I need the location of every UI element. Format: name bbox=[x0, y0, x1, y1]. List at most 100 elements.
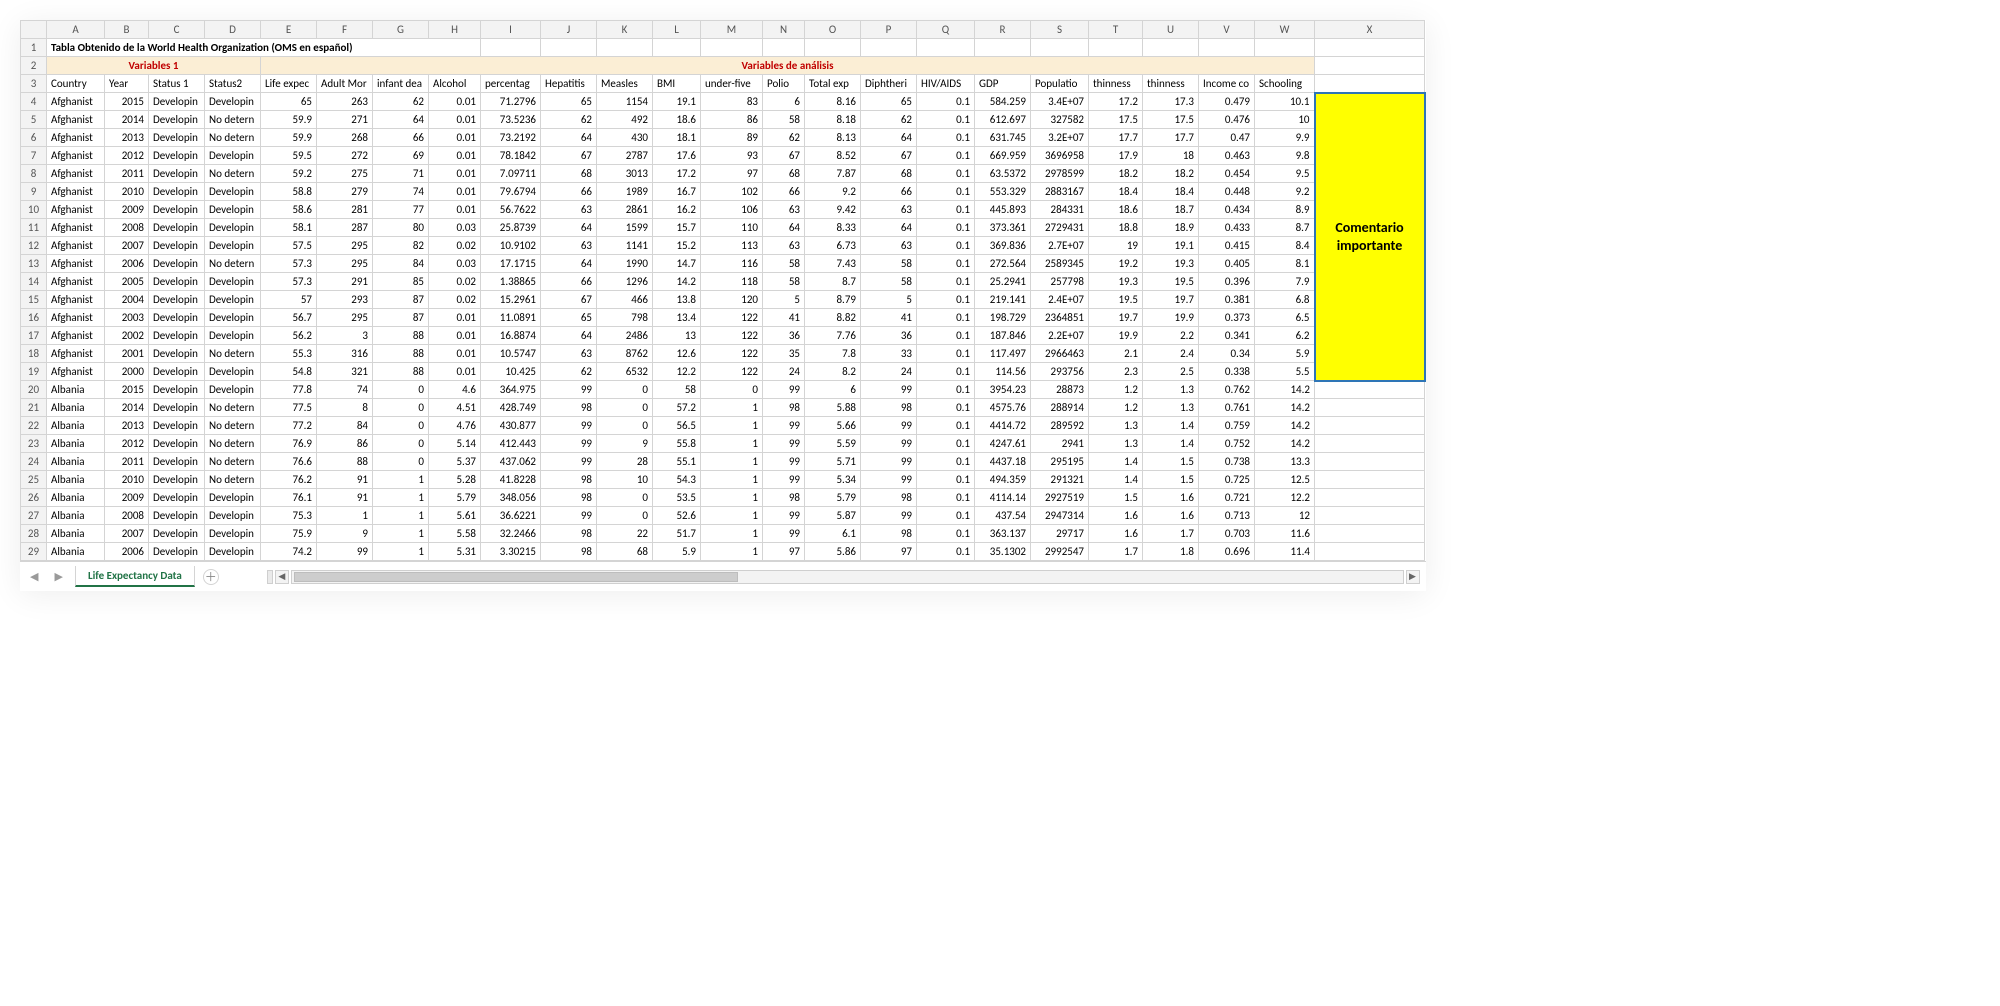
cell[interactable] bbox=[1315, 417, 1425, 435]
cell-value[interactable]: 63 bbox=[861, 237, 917, 255]
cell-value[interactable]: 0.1 bbox=[917, 201, 975, 219]
row-header[interactable]: 11 bbox=[21, 219, 47, 237]
cell-value[interactable]: 275 bbox=[317, 165, 373, 183]
column-header[interactable]: X bbox=[1315, 21, 1425, 39]
cell-value[interactable]: 16.8874 bbox=[481, 327, 541, 345]
cell-country[interactable]: Albania bbox=[47, 525, 105, 543]
cell-value[interactable]: 0.1 bbox=[917, 345, 975, 363]
cell-value[interactable]: 55.3 bbox=[261, 345, 317, 363]
cell-value[interactable]: 0.448 bbox=[1199, 183, 1255, 201]
cell-value[interactable]: 64 bbox=[373, 111, 429, 129]
cell[interactable] bbox=[763, 39, 805, 57]
cell-value[interactable]: 1.3 bbox=[1089, 417, 1143, 435]
cell-country[interactable]: Albania bbox=[47, 507, 105, 525]
cell-value[interactable]: 78.1842 bbox=[481, 147, 541, 165]
cell-value[interactable]: 65 bbox=[861, 93, 917, 111]
cell-value[interactable]: 117.497 bbox=[975, 345, 1031, 363]
cell-status1[interactable]: Developin bbox=[149, 435, 205, 453]
cell-value[interactable]: 0.1 bbox=[917, 291, 975, 309]
column-header[interactable]: D bbox=[205, 21, 261, 39]
cell-value[interactable]: 8.7 bbox=[805, 273, 861, 291]
cell-value[interactable]: 18.2 bbox=[1089, 165, 1143, 183]
cell-value[interactable]: 2787 bbox=[597, 147, 653, 165]
cell-value[interactable]: 64 bbox=[861, 129, 917, 147]
cell-value[interactable]: 120 bbox=[701, 291, 763, 309]
cell-value[interactable]: 36.6221 bbox=[481, 507, 541, 525]
cell-year[interactable]: 2008 bbox=[105, 507, 149, 525]
cell-value[interactable]: 19.1 bbox=[1143, 237, 1199, 255]
cell-value[interactable]: 0.34 bbox=[1199, 345, 1255, 363]
cell-status1[interactable]: Developin bbox=[149, 363, 205, 381]
cell-value[interactable]: 97 bbox=[861, 543, 917, 561]
cell-value[interactable]: 82 bbox=[373, 237, 429, 255]
cell-value[interactable]: 0.341 bbox=[1199, 327, 1255, 345]
cell-value[interactable]: 6 bbox=[763, 93, 805, 111]
cell-value[interactable]: 35 bbox=[763, 345, 805, 363]
cell-value[interactable]: 15.7 bbox=[653, 219, 701, 237]
cell-status1[interactable]: Developin bbox=[149, 345, 205, 363]
cell-year[interactable]: 2013 bbox=[105, 129, 149, 147]
cell-value[interactable]: 80 bbox=[373, 219, 429, 237]
cell-value[interactable]: 0.01 bbox=[429, 345, 481, 363]
column-header[interactable]: O bbox=[805, 21, 861, 39]
cell-value[interactable]: 369.836 bbox=[975, 237, 1031, 255]
cell-value[interactable]: 1.5 bbox=[1089, 489, 1143, 507]
cell-year[interactable]: 2005 bbox=[105, 273, 149, 291]
cell-value[interactable]: 1 bbox=[701, 453, 763, 471]
cell-value[interactable]: 0 bbox=[597, 489, 653, 507]
cell-value[interactable]: 99 bbox=[861, 471, 917, 489]
cell-value[interactable]: 2966463 bbox=[1031, 345, 1089, 363]
cell-value[interactable]: 58 bbox=[861, 273, 917, 291]
cell-value[interactable]: 4414.72 bbox=[975, 417, 1031, 435]
cell-status2[interactable]: Developin bbox=[205, 363, 261, 381]
cell-value[interactable]: 68 bbox=[597, 543, 653, 561]
cell-year[interactable]: 2006 bbox=[105, 255, 149, 273]
cell-value[interactable]: 122 bbox=[701, 345, 763, 363]
row-header[interactable]: 22 bbox=[21, 417, 47, 435]
cell-value[interactable]: 68 bbox=[541, 165, 597, 183]
cell-status1[interactable]: Developin bbox=[149, 129, 205, 147]
cell-value[interactable]: 2364851 bbox=[1031, 309, 1089, 327]
cell-value[interactable]: 76.6 bbox=[261, 453, 317, 471]
cell-value[interactable]: 0.02 bbox=[429, 237, 481, 255]
cell-value[interactable]: 0.1 bbox=[917, 147, 975, 165]
cell-value[interactable]: 2978599 bbox=[1031, 165, 1089, 183]
cell-value[interactable]: 113 bbox=[701, 237, 763, 255]
cell-value[interactable]: 1990 bbox=[597, 255, 653, 273]
cell-value[interactable]: 279 bbox=[317, 183, 373, 201]
cell-value[interactable]: 295195 bbox=[1031, 453, 1089, 471]
cell-value[interactable]: 263 bbox=[317, 93, 373, 111]
cell-year[interactable]: 2011 bbox=[105, 453, 149, 471]
cell-value[interactable]: 4114.14 bbox=[975, 489, 1031, 507]
row-header[interactable]: 17 bbox=[21, 327, 47, 345]
cell-value[interactable]: 14.2 bbox=[1255, 435, 1315, 453]
row-header[interactable]: 8 bbox=[21, 165, 47, 183]
cell-value[interactable]: 19.3 bbox=[1143, 255, 1199, 273]
cell[interactable] bbox=[1255, 39, 1315, 57]
cell-value[interactable]: 114.56 bbox=[975, 363, 1031, 381]
cell-value[interactable]: 6.2 bbox=[1255, 327, 1315, 345]
cell-value[interactable]: 0.759 bbox=[1199, 417, 1255, 435]
cell-value[interactable]: 110 bbox=[701, 219, 763, 237]
cell-value[interactable]: 52.6 bbox=[653, 507, 701, 525]
row-header[interactable]: 28 bbox=[21, 525, 47, 543]
cell-value[interactable]: 22 bbox=[597, 525, 653, 543]
cell[interactable] bbox=[1315, 381, 1425, 399]
cell-value[interactable]: 0.761 bbox=[1199, 399, 1255, 417]
cell-value[interactable]: 4575.76 bbox=[975, 399, 1031, 417]
cell-value[interactable]: 9 bbox=[597, 435, 653, 453]
cell-value[interactable]: 63 bbox=[861, 201, 917, 219]
cell-value[interactable]: 55.8 bbox=[653, 435, 701, 453]
cell-value[interactable]: 5 bbox=[763, 291, 805, 309]
cell-value[interactable]: 0.1 bbox=[917, 363, 975, 381]
cell-value[interactable]: 64 bbox=[861, 219, 917, 237]
cell-value[interactable]: 64 bbox=[541, 255, 597, 273]
cell-value[interactable]: 3954.23 bbox=[975, 381, 1031, 399]
field-header[interactable]: Populatio bbox=[1031, 75, 1089, 93]
cell-year[interactable]: 2009 bbox=[105, 201, 149, 219]
cell-value[interactable]: 56.7622 bbox=[481, 201, 541, 219]
cell-value[interactable]: 0.454 bbox=[1199, 165, 1255, 183]
cell-value[interactable]: 1.2 bbox=[1089, 399, 1143, 417]
cell-country[interactable]: Albania bbox=[47, 399, 105, 417]
cell-value[interactable]: 9.2 bbox=[1255, 183, 1315, 201]
